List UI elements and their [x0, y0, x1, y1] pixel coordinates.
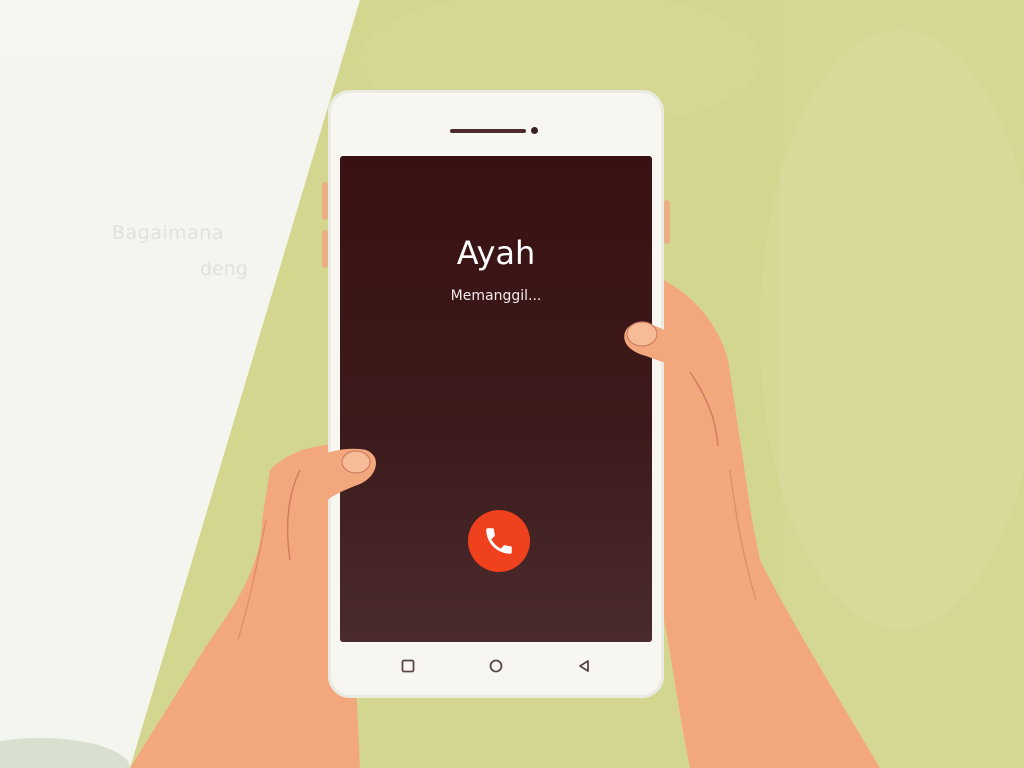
illustration-scene: Bagaimana deng Ayah Memanggil... [0, 0, 1024, 768]
right-hand [624, 280, 880, 768]
